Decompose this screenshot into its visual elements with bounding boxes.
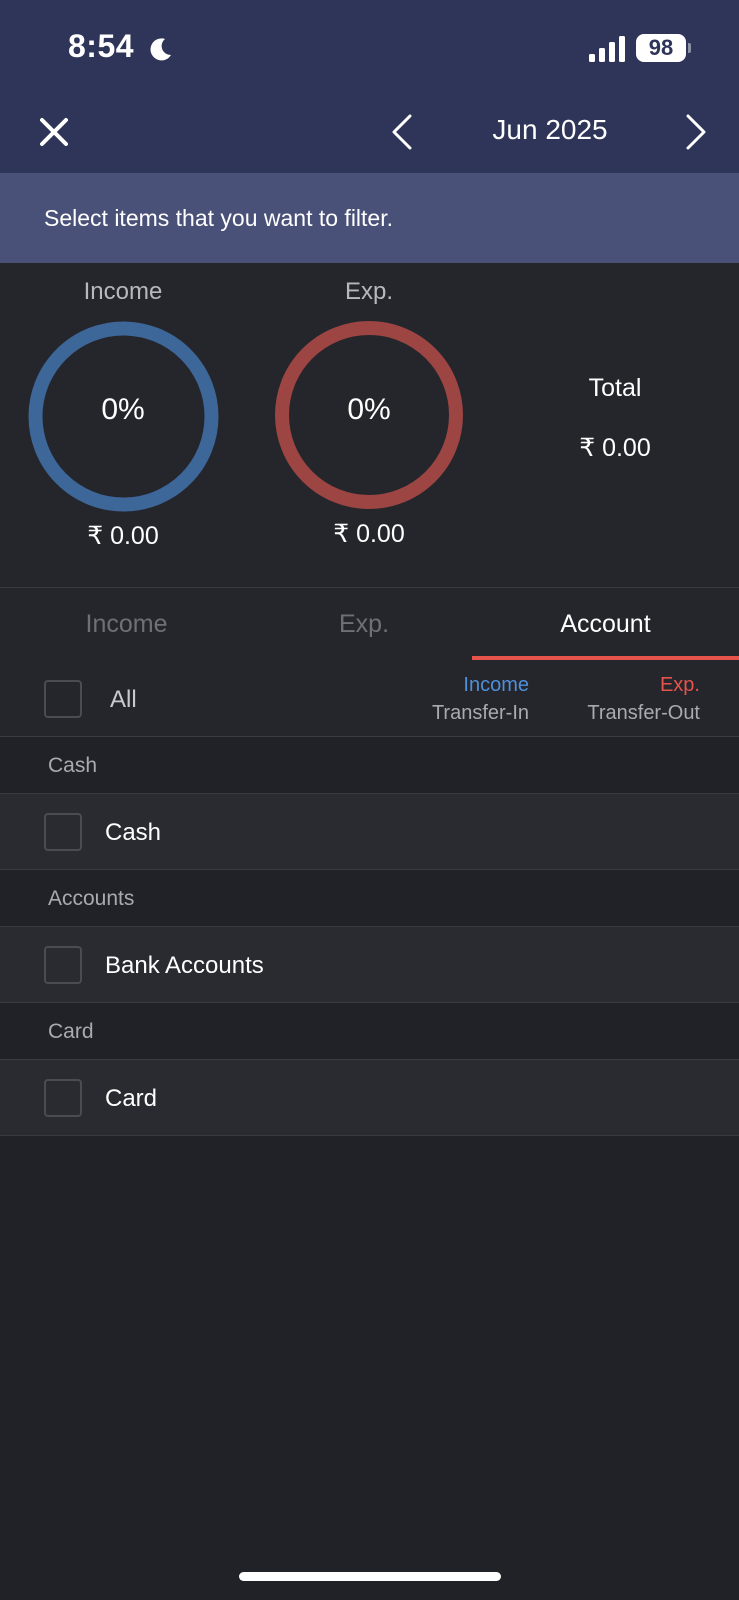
home-indicator[interactable] <box>239 1572 501 1581</box>
group-title: Cash <box>48 754 98 777</box>
status-time: 8:54 <box>68 28 135 64</box>
expense-ring-label: Exp. <box>344 278 394 305</box>
account-row-card[interactable]: Card <box>0 1060 739 1136</box>
account-checkbox[interactable] <box>44 1079 82 1117</box>
select-all-checkbox[interactable] <box>44 680 82 718</box>
chevron-right-icon[interactable] <box>682 112 710 152</box>
close-icon[interactable] <box>36 114 72 150</box>
group-title: Card <box>48 1020 94 1043</box>
account-checkbox[interactable] <box>44 946 82 984</box>
chevron-left-icon[interactable] <box>388 112 416 152</box>
account-checkbox[interactable] <box>44 813 82 851</box>
battery-nub <box>688 43 691 53</box>
total-amount: ₹ 0.00 <box>579 434 651 462</box>
income-percent: 0% <box>101 393 145 426</box>
signal-icon <box>589 36 625 62</box>
tab-income[interactable]: Income <box>0 588 253 660</box>
group-header-cash: Cash <box>0 737 739 793</box>
group-header-card: Card <box>0 1003 739 1059</box>
account-label: Cash <box>105 819 162 846</box>
income-amount: ₹ 0.00 <box>87 522 159 550</box>
status-bar: 8:54 98 <box>0 0 739 100</box>
filter-banner: Select items that you want to filter. <box>0 173 739 263</box>
moon-icon <box>150 38 171 61</box>
summary-panel: Income 0% ₹ 0.00 Exp. 0% ₹ 0.00 Total ₹ … <box>0 263 739 588</box>
account-row-bank-accounts[interactable]: Bank Accounts <box>0 927 739 1003</box>
column-income-label: Income <box>463 674 529 696</box>
group-header-accounts: Accounts <box>0 870 739 926</box>
income-ring-label: Income <box>83 278 163 305</box>
account-label: Bank Accounts <box>105 952 264 979</box>
battery-icon: 98 <box>636 34 686 62</box>
column-transfer-out-label: Transfer-Out <box>587 702 700 724</box>
nav-bar: Jun 2025 <box>0 100 739 173</box>
tab-bar: Income Exp. Account <box>0 588 739 660</box>
month-title[interactable]: Jun 2025 <box>440 114 660 146</box>
tab-expense[interactable]: Exp. <box>253 588 475 660</box>
total-label: Total <box>588 374 642 402</box>
select-all-label: All <box>110 686 137 713</box>
tab-account[interactable]: Account <box>472 588 739 660</box>
column-expense-label: Exp. <box>659 674 700 696</box>
group-title: Accounts <box>48 887 135 910</box>
select-all-row[interactable]: All Income Transfer-In Exp. Transfer-Out <box>0 660 739 736</box>
divider <box>0 1135 739 1136</box>
expense-percent: 0% <box>347 393 391 426</box>
account-label: Card <box>105 1085 158 1112</box>
column-transfer-in-label: Transfer-In <box>431 702 529 724</box>
battery-level: 98 <box>648 35 674 60</box>
expense-amount: ₹ 0.00 <box>333 520 405 548</box>
filter-instruction: Select items that you want to filter. <box>44 205 393 231</box>
account-row-cash[interactable]: Cash <box>0 794 739 870</box>
